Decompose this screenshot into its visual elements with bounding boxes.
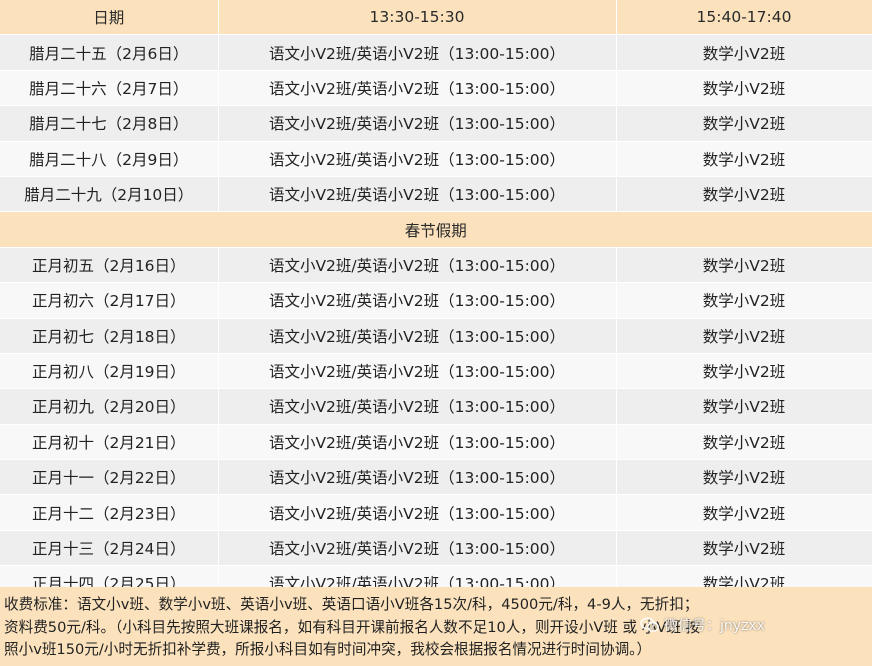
table-row: 正月初九（2月20日） 语文小V2班/英语小V2班（13:00-15:00） 数… — [0, 388, 872, 425]
schedule-document: 日期 13:30-15:30 15:40-17:40 腊月二十五（2月6日） 语… — [0, 0, 872, 666]
row-slot-1: 语文小V2班/英语小V2班（13:00-15:00） — [218, 530, 617, 567]
table-row: 腊月二十五（2月6日） 语文小V2班/英语小V2班（13:00-15:00） 数… — [0, 34, 872, 71]
schedule-table: 日期 13:30-15:30 15:40-17:40 腊月二十五（2月6日） 语… — [0, 0, 872, 602]
table-row: 正月初五（2月16日） 语文小V2班/英语小V2班（13:00-15:00） 数… — [0, 247, 872, 284]
row-slot-2: 数学小V2班 — [616, 105, 872, 142]
row-slot-2: 数学小V2班 — [616, 530, 872, 567]
row-slot-1: 语文小V2班/英语小V2班（13:00-15:00） — [218, 318, 617, 354]
row-slot-1: 语文小V2班/英语小V2班（13:00-15:00） — [218, 494, 617, 531]
header-slot-2: 15:40-17:40 — [616, 0, 872, 36]
header-date: 日期 — [0, 0, 219, 36]
fee-notes: 收费标准：语文小v班、数学小v班、英语小v班、英语口语小V班各15次/科，450… — [0, 587, 872, 666]
table-row: 正月十三（2月24日） 语文小V2班/英语小V2班（13:00-15:00） 数… — [0, 530, 872, 567]
row-date: 腊月二十六（2月7日） — [0, 70, 219, 107]
row-slot-2: 数学小V2班 — [616, 494, 872, 531]
row-slot-2: 数学小V2班 — [616, 318, 872, 354]
row-slot-1: 语文小V2班/英语小V2班（13:00-15:00） — [218, 247, 617, 284]
fee-notes-line: 收费标准：语文小v班、数学小v班、英语小v班、英语口语小V班各15次/科，450… — [4, 596, 699, 613]
fee-notes-line: 资料费50元/科。（小科目先按照大班课报名，如有科目开课前报名人数不足10人，则… — [4, 618, 701, 636]
row-slot-1: 语文小V2班/英语小V2班（13:00-15:00） — [218, 353, 617, 390]
row-date: 正月十三（2月24日） — [0, 530, 219, 567]
table-row: 腊月二十八（2月9日） 语文小V2班/英语小V2班（13:00-15:00） 数… — [0, 141, 872, 177]
row-slot-2: 数学小V2班 — [616, 70, 872, 107]
row-slot-2: 数学小V2班 — [616, 459, 872, 496]
row-slot-2: 数学小V2班 — [616, 353, 872, 390]
row-slot-1: 语文小V2班/英语小V2班（13:00-15:00） — [218, 282, 617, 319]
row-date: 腊月二十八（2月9日） — [0, 141, 219, 177]
row-date: 正月十一（2月22日） — [0, 459, 219, 496]
header-slot-1: 13:30-15:30 — [218, 0, 617, 36]
row-slot-2: 数学小V2班 — [616, 176, 872, 213]
row-slot-1: 语文小V2班/英语小V2班（13:00-15:00） — [218, 141, 617, 177]
table-row: 正月初十（2月21日） 语文小V2班/英语小V2班（13:00-15:00） 数… — [0, 424, 872, 461]
fee-notes-line: 照小v班150元/小时无折扣补学费，所报小科目如有时间冲突，我校会根据报名情况进… — [4, 641, 652, 658]
row-date: 正月初九（2月20日） — [0, 388, 219, 425]
table-row: 腊月二十六（2月7日） 语文小V2班/英语小V2班（13:00-15:00） 数… — [0, 70, 872, 107]
row-date: 正月初八（2月19日） — [0, 353, 219, 390]
row-slot-2: 数学小V2班 — [616, 424, 872, 461]
table-row: 正月初六（2月17日） 语文小V2班/英语小V2班（13:00-15:00） 数… — [0, 282, 872, 319]
row-slot-2: 数学小V2班 — [616, 247, 872, 284]
row-date: 腊月二十七（2月8日） — [0, 105, 219, 142]
table-row: 正月十一（2月22日） 语文小V2班/英语小V2班（13:00-15:00） 数… — [0, 459, 872, 496]
row-date: 正月十二（2月23日） — [0, 494, 219, 531]
row-date: 腊月二十五（2月6日） — [0, 34, 219, 71]
holiday-row: 春节假期 — [0, 211, 872, 248]
row-slot-1: 语文小V2班/英语小V2班（13:00-15:00） — [218, 70, 617, 107]
row-slot-1: 语文小V2班/英语小V2班（13:00-15:00） — [218, 424, 617, 461]
table-row: 正月十二（2月23日） 语文小V2班/英语小V2班（13:00-15:00） 数… — [0, 494, 872, 531]
row-slot-2: 数学小V2班 — [616, 388, 872, 425]
header-row: 日期 13:30-15:30 15:40-17:40 — [0, 0, 872, 36]
row-date: 正月初七（2月18日） — [0, 318, 219, 354]
holiday-label: 春节假期 — [0, 211, 872, 248]
row-slot-1: 语文小V2班/英语小V2班（13:00-15:00） — [218, 459, 617, 496]
row-slot-2: 数学小V2班 — [616, 141, 872, 177]
row-slot-1: 语文小V2班/英语小V2班（13:00-15:00） — [218, 388, 617, 425]
row-date: 正月初十（2月21日） — [0, 424, 219, 461]
row-slot-1: 语文小V2班/英语小V2班（13:00-15:00） — [218, 176, 617, 213]
table-row: 腊月二十九（2月10日） 语文小V2班/英语小V2班（13:00-15:00） … — [0, 176, 872, 213]
row-date: 正月初五（2月16日） — [0, 247, 219, 284]
table-row: 正月初七（2月18日） 语文小V2班/英语小V2班（13:00-15:00） 数… — [0, 318, 872, 354]
row-slot-2: 数学小V2班 — [616, 282, 872, 319]
table-row: 腊月二十七（2月8日） 语文小V2班/英语小V2班（13:00-15:00） 数… — [0, 105, 872, 142]
row-slot-1: 语文小V2班/英语小V2班（13:00-15:00） — [218, 105, 617, 142]
row-slot-2: 数学小V2班 — [616, 34, 872, 71]
row-slot-1: 语文小V2班/英语小V2班（13:00-15:00） — [218, 34, 617, 71]
table-row: 正月初八（2月19日） 语文小V2班/英语小V2班（13:00-15:00） 数… — [0, 353, 872, 390]
row-date: 正月初六（2月17日） — [0, 282, 219, 319]
row-date: 腊月二十九（2月10日） — [0, 176, 219, 213]
